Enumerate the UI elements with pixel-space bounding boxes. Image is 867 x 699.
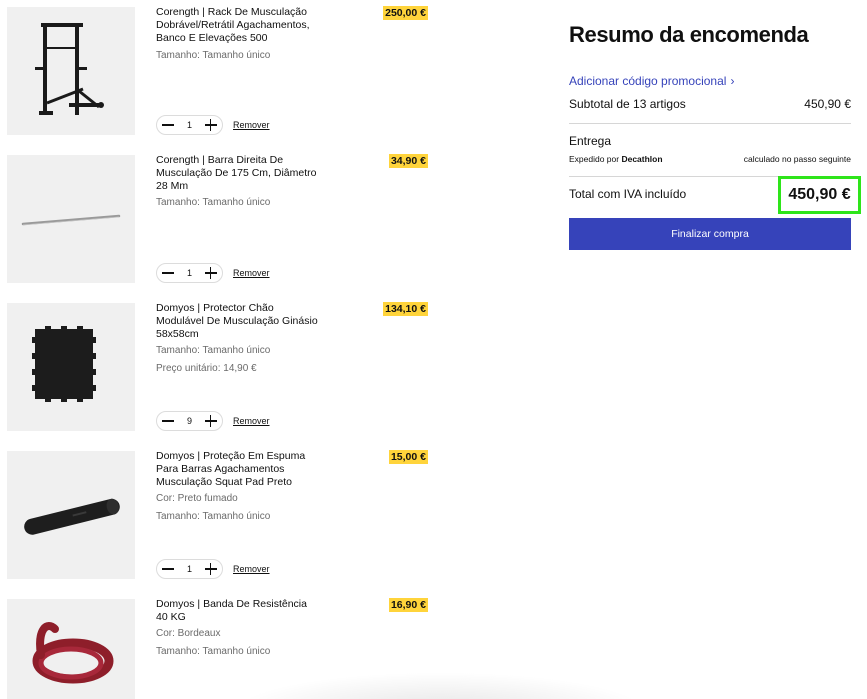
remove-item-link[interactable]: Remover [233,416,270,426]
quantity-stepper: 9 [156,411,223,431]
cart-item: Domyos | Proteção Em Espuma Para Barras … [0,444,440,584]
item-color: Cor: Bordeaux [156,628,221,639]
item-attributes: Cor: Bordeaux Tamanho: Tamanho único [156,625,356,661]
summary-title: Resumo da encomenda [569,22,809,47]
increase-quantity-button[interactable] [204,267,217,279]
item-attributes: Tamanho: Tamanho único Preço unitário: 1… [156,342,356,378]
total-label: Total com IVA incluído [569,187,687,201]
chevron-right-icon[interactable]: › [730,74,734,88]
cart-items-list: Corength | Rack De Musculação Dobrável/R… [0,0,650,699]
resistance-band-image[interactable] [7,599,135,699]
foam-pad-image[interactable] [7,451,135,579]
quantity-value[interactable]: 1 [187,564,192,574]
decrease-quantity-button[interactable] [162,267,174,279]
item-size: Tamanho: Tamanho único [156,646,271,657]
item-name[interactable]: Corength | Barra Direita De Musculação D… [156,154,321,193]
scroll-fade [230,672,650,699]
quantity-value[interactable]: 1 [187,120,192,130]
quantity-stepper: 1 [156,115,223,135]
item-size: Tamanho: Tamanho único [156,50,271,61]
item-attributes: Tamanho: Tamanho único [156,194,356,212]
item-name[interactable]: Domyos | Proteção Em Espuma Para Barras … [156,450,321,489]
floor-mat-image[interactable] [7,303,135,431]
item-price: 16,90 € [388,598,428,612]
quantity-value[interactable]: 9 [187,416,192,426]
item-size: Tamanho: Tamanho único [156,511,271,522]
item-price: 250,00 € [383,6,428,20]
item-name[interactable]: Domyos | Protector Chão Modulável De Mus… [156,302,321,341]
item-size: Tamanho: Tamanho único [156,197,271,208]
quantity-stepper: 1 [156,263,223,283]
checkout-button[interactable]: Finalizar compra [569,218,851,250]
item-price: 15,00 € [388,450,428,464]
remove-item-link[interactable]: Remover [233,564,270,574]
squat-rack-image[interactable] [7,7,135,135]
item-size: Tamanho: Tamanho único [156,345,271,356]
total-highlight: 450,90 € [778,176,861,214]
shipped-by: Expedido por Decathlon [569,154,663,164]
promo-code-link[interactable]: Adicionar código promocional › [569,74,734,88]
shipped-by-prefix: Expedido por [569,154,620,164]
decrease-quantity-button[interactable] [162,119,174,131]
increase-quantity-button[interactable] [204,119,217,131]
remove-item-link[interactable]: Remover [233,120,270,130]
cart-item: Domyos | Protector Chão Modulável De Mus… [0,296,440,436]
item-price: 34,90 € [388,154,428,168]
item-price: 134,10 € [383,302,428,316]
item-unit-price: Preço unitário: 14,90 € [156,363,257,374]
increase-quantity-button[interactable] [204,563,217,575]
promo-code-label[interactable]: Adicionar código promocional [569,74,726,88]
shipping-title: Entrega [569,134,612,148]
item-name[interactable]: Domyos | Banda De Resistência 40 KG [156,598,321,624]
quantity-value[interactable]: 1 [187,268,192,278]
cart-item: Corength | Rack De Musculação Dobrável/R… [0,0,440,140]
remove-item-link[interactable]: Remover [233,268,270,278]
decrease-quantity-button[interactable] [162,415,174,427]
quantity-stepper: 1 [156,559,223,579]
subtotal-value: 450,90 € [804,97,851,111]
increase-quantity-button[interactable] [204,415,217,427]
barbell-image[interactable] [7,155,135,283]
total-value: 450,90 € [788,186,851,203]
item-attributes: Cor: Preto fumado Tamanho: Tamanho único [156,490,356,526]
item-color: Cor: Preto fumado [156,493,238,504]
item-attributes: Tamanho: Tamanho único [156,47,356,65]
decrease-quantity-button[interactable] [162,563,174,575]
item-name[interactable]: Corength | Rack De Musculação Dobrável/R… [156,6,321,45]
subtotal-label: Subtotal de 13 artigos [569,97,686,111]
cart-item: Corength | Barra Direita De Musculação D… [0,148,440,288]
shipping-calc-note: calculado no passo seguinte [743,154,851,164]
divider [569,123,851,124]
shipped-by-name: Decathlon [621,154,663,164]
